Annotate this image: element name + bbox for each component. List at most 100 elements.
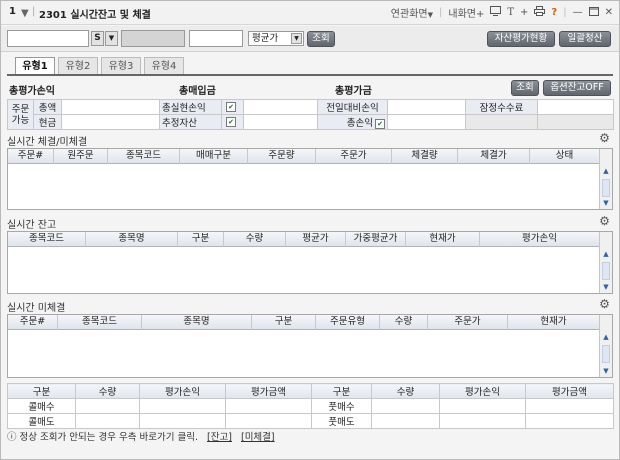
col-header[interactable]: 수량	[224, 232, 286, 247]
total-eval-label: 총평가금	[335, 86, 372, 97]
scroll-thumb[interactable]	[602, 262, 610, 280]
col-header[interactable]: 가중평균가	[346, 232, 406, 247]
tab-type1[interactable]: 유형1	[15, 57, 55, 75]
col-header[interactable]: 현재가	[508, 315, 600, 330]
total-buy-label: 총매입금	[179, 86, 216, 97]
table-cell	[439, 398, 526, 414]
col-header[interactable]: 구분	[252, 315, 316, 330]
scroll-down-icon[interactable]: ▼	[600, 281, 612, 293]
col-header[interactable]: 체결가	[458, 149, 530, 164]
gear-icon[interactable]: ⚙	[598, 215, 611, 228]
col-header[interactable]: 수량	[380, 315, 428, 330]
help-icon[interactable]: ?	[551, 7, 557, 18]
exec-grid-header: 주문# 원주문 종목코드 매매구분 주문량 주문가 체결량 체결가 상태	[8, 149, 612, 164]
maximize-icon[interactable]	[588, 6, 599, 19]
col-header: 수량	[75, 383, 140, 399]
table-cell	[525, 413, 614, 429]
est-asset-check[interactable]: ✔	[221, 114, 244, 130]
screen-dropdown-icon[interactable]: ▼	[21, 8, 29, 19]
window-icon[interactable]	[490, 6, 502, 19]
tab-type3[interactable]: 유형3	[101, 57, 141, 75]
col-header[interactable]: 주문#	[8, 315, 58, 330]
option-balance-off-button[interactable]: 옵션잔고OFF	[543, 80, 611, 96]
close-icon[interactable]: ✕	[605, 7, 613, 18]
summary-query-button[interactable]: 조회	[511, 80, 539, 96]
price-type-select[interactable]: 평균가 ▼	[248, 31, 304, 46]
print-icon[interactable]	[534, 6, 546, 19]
gear-icon[interactable]: ⚙	[598, 298, 611, 311]
scroll-up-icon[interactable]: ▲	[600, 248, 612, 260]
table-cell	[75, 398, 140, 414]
my-screen-button[interactable]: 내화면+	[448, 5, 484, 20]
total-amt-value	[61, 99, 160, 115]
gear-icon[interactable]: ⚙	[598, 132, 611, 145]
total-pnl-check-icon[interactable]: ✔	[375, 118, 385, 129]
tab-type4[interactable]: 유형4	[144, 57, 184, 75]
unfilled-section-title: 실시간 미체결	[7, 303, 66, 314]
separator: |	[439, 7, 443, 18]
col-header[interactable]: 원주문	[54, 149, 108, 164]
balance-section-title: 실시간 잔고	[7, 220, 57, 231]
related-screen-menu[interactable]: 연관화면▼	[391, 5, 433, 20]
scroll-thumb[interactable]	[602, 179, 610, 197]
scroll-down-icon[interactable]: ▼	[600, 365, 612, 377]
col-header[interactable]: 체결량	[392, 149, 458, 164]
minimize-icon[interactable]: —	[573, 7, 583, 18]
summary-row: 총평가손익 총매입금 총평가금 조회 옵션잔고OFF	[7, 79, 613, 97]
account-number-input[interactable]	[7, 30, 89, 47]
col-header[interactable]: 주문가	[428, 315, 508, 330]
password-input[interactable]	[189, 30, 243, 47]
col-header[interactable]: 평가손익	[480, 232, 600, 247]
col-header[interactable]: 주문유형	[316, 315, 380, 330]
balance-scrollbar[interactable]: ▲ ▼	[599, 232, 612, 293]
col-header[interactable]: 평균가	[286, 232, 346, 247]
add-icon[interactable]: +	[520, 7, 528, 18]
col-header: 평가손익	[439, 383, 526, 399]
col-header[interactable]: 현재가	[406, 232, 480, 247]
col-header: 평가금액	[525, 383, 614, 399]
table-cell	[225, 413, 312, 429]
exec-scrollbar[interactable]: ▲ ▼	[599, 149, 612, 209]
chevron-down-icon: ▼	[427, 11, 433, 19]
screen-number: 1	[9, 6, 16, 17]
col-header[interactable]: 주문가	[316, 149, 392, 164]
col-header[interactable]: 종목명	[86, 232, 178, 247]
account-name-field	[121, 30, 185, 47]
col-header[interactable]: 매매구분	[180, 149, 248, 164]
query-button[interactable]: 조회	[307, 31, 335, 47]
unfilled-scrollbar[interactable]: ▲ ▼	[599, 315, 612, 377]
checkmark-icon: ✔	[226, 102, 236, 112]
col-header[interactable]: 종목명	[142, 315, 252, 330]
col-header: 구분	[7, 383, 76, 399]
col-header: 구분	[311, 383, 372, 399]
tab-type2[interactable]: 유형2	[58, 57, 98, 75]
font-size-icon[interactable]: T	[507, 7, 514, 18]
col-header[interactable]: 종목코드	[108, 149, 180, 164]
col-header[interactable]: 상태	[530, 149, 600, 164]
table-cell	[525, 398, 614, 414]
scroll-up-icon[interactable]: ▲	[600, 331, 612, 343]
window-title: 2301 실시간잔고 및 체결	[39, 10, 151, 21]
table-cell: 풋매도	[311, 413, 372, 429]
table-row: 콜매수 풋매수	[7, 398, 614, 414]
balance-link[interactable]: [잔고]	[207, 432, 232, 443]
col-header[interactable]: 주문량	[248, 149, 316, 164]
prev-day-pnl-label: 전일대비손익	[317, 99, 388, 115]
scroll-up-icon[interactable]: ▲	[600, 165, 612, 177]
unfilled-link[interactable]: [미체결]	[241, 432, 275, 443]
asset-eval-button[interactable]: 자산평가현황	[487, 31, 555, 47]
col-header[interactable]: 종목코드	[8, 232, 86, 247]
total-pnl-info-label: 총손익 ✔	[317, 114, 388, 130]
table-cell	[439, 413, 526, 429]
col-header[interactable]: 종목코드	[58, 315, 142, 330]
scroll-down-icon[interactable]: ▼	[600, 197, 612, 209]
realized-pnl-check[interactable]: ✔	[221, 99, 244, 115]
col-header[interactable]: 구분	[178, 232, 224, 247]
exec-section-title: 실시간 체결/미체결	[7, 137, 88, 148]
account-search-button[interactable]: S	[91, 31, 104, 46]
scroll-thumb[interactable]	[602, 345, 610, 363]
col-header[interactable]: 주문#	[8, 149, 54, 164]
account-dropdown-icon[interactable]: ▼	[105, 31, 118, 46]
avail-label: 가능	[11, 114, 30, 126]
batch-settle-button[interactable]: 일괄청산	[559, 31, 611, 47]
